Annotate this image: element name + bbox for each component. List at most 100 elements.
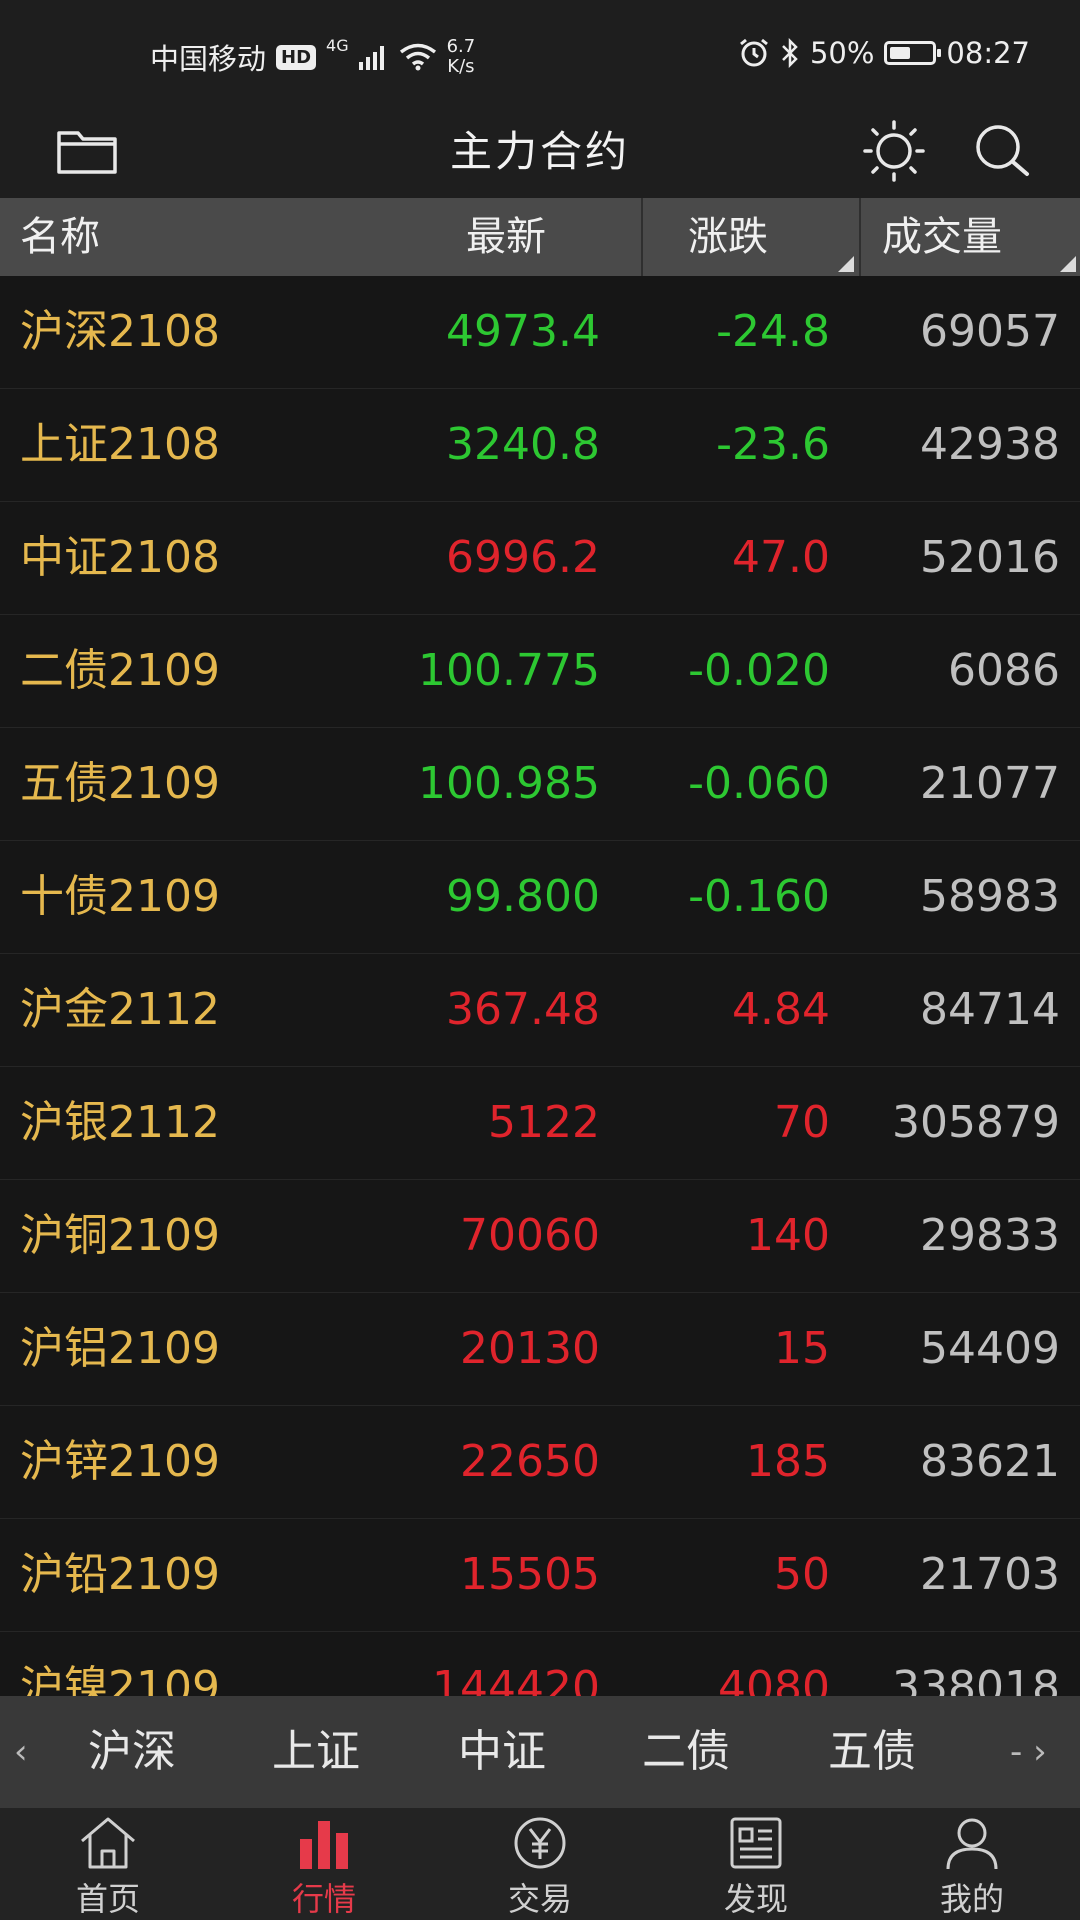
price-change: -0.060 [688, 758, 830, 809]
table-row[interactable]: 沪铅2109 15505 50 21703 [0, 1519, 1080, 1632]
status-right: 50% 08:27 [738, 36, 1030, 70]
app-header: 主力合约 [0, 104, 1080, 198]
yen-coin-icon [508, 1814, 572, 1872]
table-row[interactable]: 沪金2112 367.48 4.84 84714 [0, 954, 1080, 1067]
table-row[interactable]: 沪深2108 4973.4 -24.8 69057 [0, 276, 1080, 389]
table-row[interactable]: 上证2108 3240.8 -23.6 42938 [0, 389, 1080, 502]
nav-discover[interactable]: 发现 [648, 1808, 864, 1920]
table-row[interactable]: 沪铝2109 20130 15 54409 [0, 1293, 1080, 1406]
nav-discover-label: 发现 [723, 1880, 788, 1918]
contract-name: 沪金2112 [20, 984, 220, 1035]
nav-mine-label: 我的 [939, 1880, 1004, 1918]
latest-price: 20130 [460, 1323, 600, 1374]
col-volume[interactable]: 成交量 [882, 198, 1002, 276]
price-change: 70 [774, 1097, 830, 1148]
contract-name: 沪锌2109 [20, 1436, 220, 1487]
hd-badge: HD [276, 44, 317, 70]
latest-price: 100.985 [418, 758, 600, 809]
nav-home[interactable]: 首页 [0, 1808, 216, 1920]
speed-unit: K/s [447, 56, 475, 77]
col-change[interactable]: 涨跌 [688, 198, 768, 276]
latest-price: 367.48 [446, 984, 600, 1035]
bottom-nav: 首页 行情 交易 发现 我的 [0, 1808, 1080, 1920]
user-icon [940, 1814, 1004, 1872]
col-divider [859, 198, 861, 276]
price-change: 15 [774, 1323, 830, 1374]
sort-indicator-icon [1060, 256, 1076, 272]
contract-name: 沪铅2109 [20, 1549, 220, 1600]
nav-home-label: 首页 [75, 1880, 140, 1918]
volume: 29833 [920, 1210, 1060, 1261]
contract-name: 沪铝2109 [20, 1323, 220, 1374]
col-latest[interactable]: 最新 [466, 198, 546, 276]
table-row[interactable]: 沪锌2109 22650 185 83621 [0, 1406, 1080, 1519]
volume: 6086 [948, 645, 1060, 696]
col-name: 名称 [20, 214, 100, 260]
category-tab[interactable]: 沪深 [88, 1696, 176, 1808]
volume: 338018 [892, 1662, 1060, 1696]
theme-toggle-icon[interactable] [857, 114, 931, 188]
table-row[interactable]: 五债2109 100.985 -0.060 21077 [0, 728, 1080, 841]
price-change: -0.020 [688, 645, 830, 696]
contract-name: 上证2108 [20, 419, 220, 470]
network-speed: 6.7 K/s [447, 37, 476, 77]
latest-price: 5122 [488, 1097, 600, 1148]
home-icon [76, 1814, 140, 1872]
contract-name: 沪深2108 [20, 306, 220, 357]
scroll-right-icon[interactable]: - › [1010, 1696, 1047, 1808]
volume: 21703 [920, 1549, 1060, 1600]
price-change: -24.8 [716, 306, 830, 357]
price-change: 4080 [718, 1662, 830, 1696]
status-bar: 中国移动 HD 4G 6.7 K/s 50% 08:27 [0, 0, 1080, 104]
price-change: -0.160 [688, 871, 830, 922]
contract-name: 沪银2112 [20, 1097, 220, 1148]
alarm-icon [740, 38, 768, 67]
table-row[interactable]: 十债2109 99.800 -0.160 58983 [0, 841, 1080, 954]
volume: 21077 [920, 758, 1060, 809]
table-row[interactable]: 沪铜2109 70060 140 29833 [0, 1180, 1080, 1293]
volume: 84714 [920, 984, 1060, 1035]
table-row[interactable]: 二债2109 100.775 -0.020 6086 [0, 615, 1080, 728]
category-tab[interactable]: 二债 [642, 1696, 730, 1808]
carrier-label: 中国移动 [150, 42, 267, 76]
wifi-icon [399, 43, 436, 71]
bluetooth-icon [782, 38, 798, 68]
table-row[interactable]: 沪镍2109 144420 4080 338018 [0, 1632, 1080, 1696]
nav-market[interactable]: 行情 [216, 1808, 432, 1920]
news-icon [724, 1814, 788, 1872]
volume: 54409 [920, 1323, 1060, 1374]
category-tab[interactable]: 中证 [458, 1696, 546, 1808]
latest-price: 70060 [460, 1210, 600, 1261]
quote-list[interactable]: 沪深2108 4973.4 -24.8 69057 上证2108 3240.8 -23.6 4… [0, 276, 1080, 1696]
contract-name: 沪镍2109 [20, 1662, 220, 1696]
price-change: 50 [774, 1549, 830, 1600]
price-change: 140 [746, 1210, 830, 1261]
column-header: 名称 最新 涨跌 成交量 [0, 198, 1080, 276]
clock: 08:27 [946, 36, 1030, 70]
contract-name: 五债2109 [20, 758, 220, 809]
contract-name: 十债2109 [20, 871, 220, 922]
category-bar[interactable]: ‹ 沪深 上证 中证 二债 五债 - › [0, 1696, 1080, 1808]
price-change: -23.6 [716, 419, 830, 470]
latest-price: 6996.2 [446, 532, 600, 583]
contract-name: 沪铜2109 [20, 1210, 220, 1261]
col-divider [641, 198, 643, 276]
category-tab[interactable]: 上证 [272, 1696, 360, 1808]
nav-mine[interactable]: 我的 [864, 1808, 1080, 1920]
scroll-left-icon[interactable]: ‹ [14, 1696, 28, 1808]
latest-price: 3240.8 [446, 419, 600, 470]
nav-trade[interactable]: 交易 [432, 1808, 648, 1920]
volume: 83621 [920, 1436, 1060, 1487]
table-row[interactable]: 沪银2112 5122 70 305879 [0, 1067, 1080, 1180]
volume: 58983 [920, 871, 1060, 922]
contract-name: 中证2108 [20, 532, 220, 583]
search-icon[interactable] [965, 114, 1039, 188]
battery-percent: 50% [809, 36, 875, 70]
category-tab[interactable]: 五债 [828, 1696, 916, 1808]
nav-market-label: 行情 [291, 1880, 356, 1918]
network-label: 4G [326, 36, 349, 55]
table-row[interactable]: 中证2108 6996.2 47.0 52016 [0, 502, 1080, 615]
signal-icon [358, 46, 384, 70]
volume: 42938 [920, 419, 1060, 470]
latest-price: 4973.4 [446, 306, 600, 357]
